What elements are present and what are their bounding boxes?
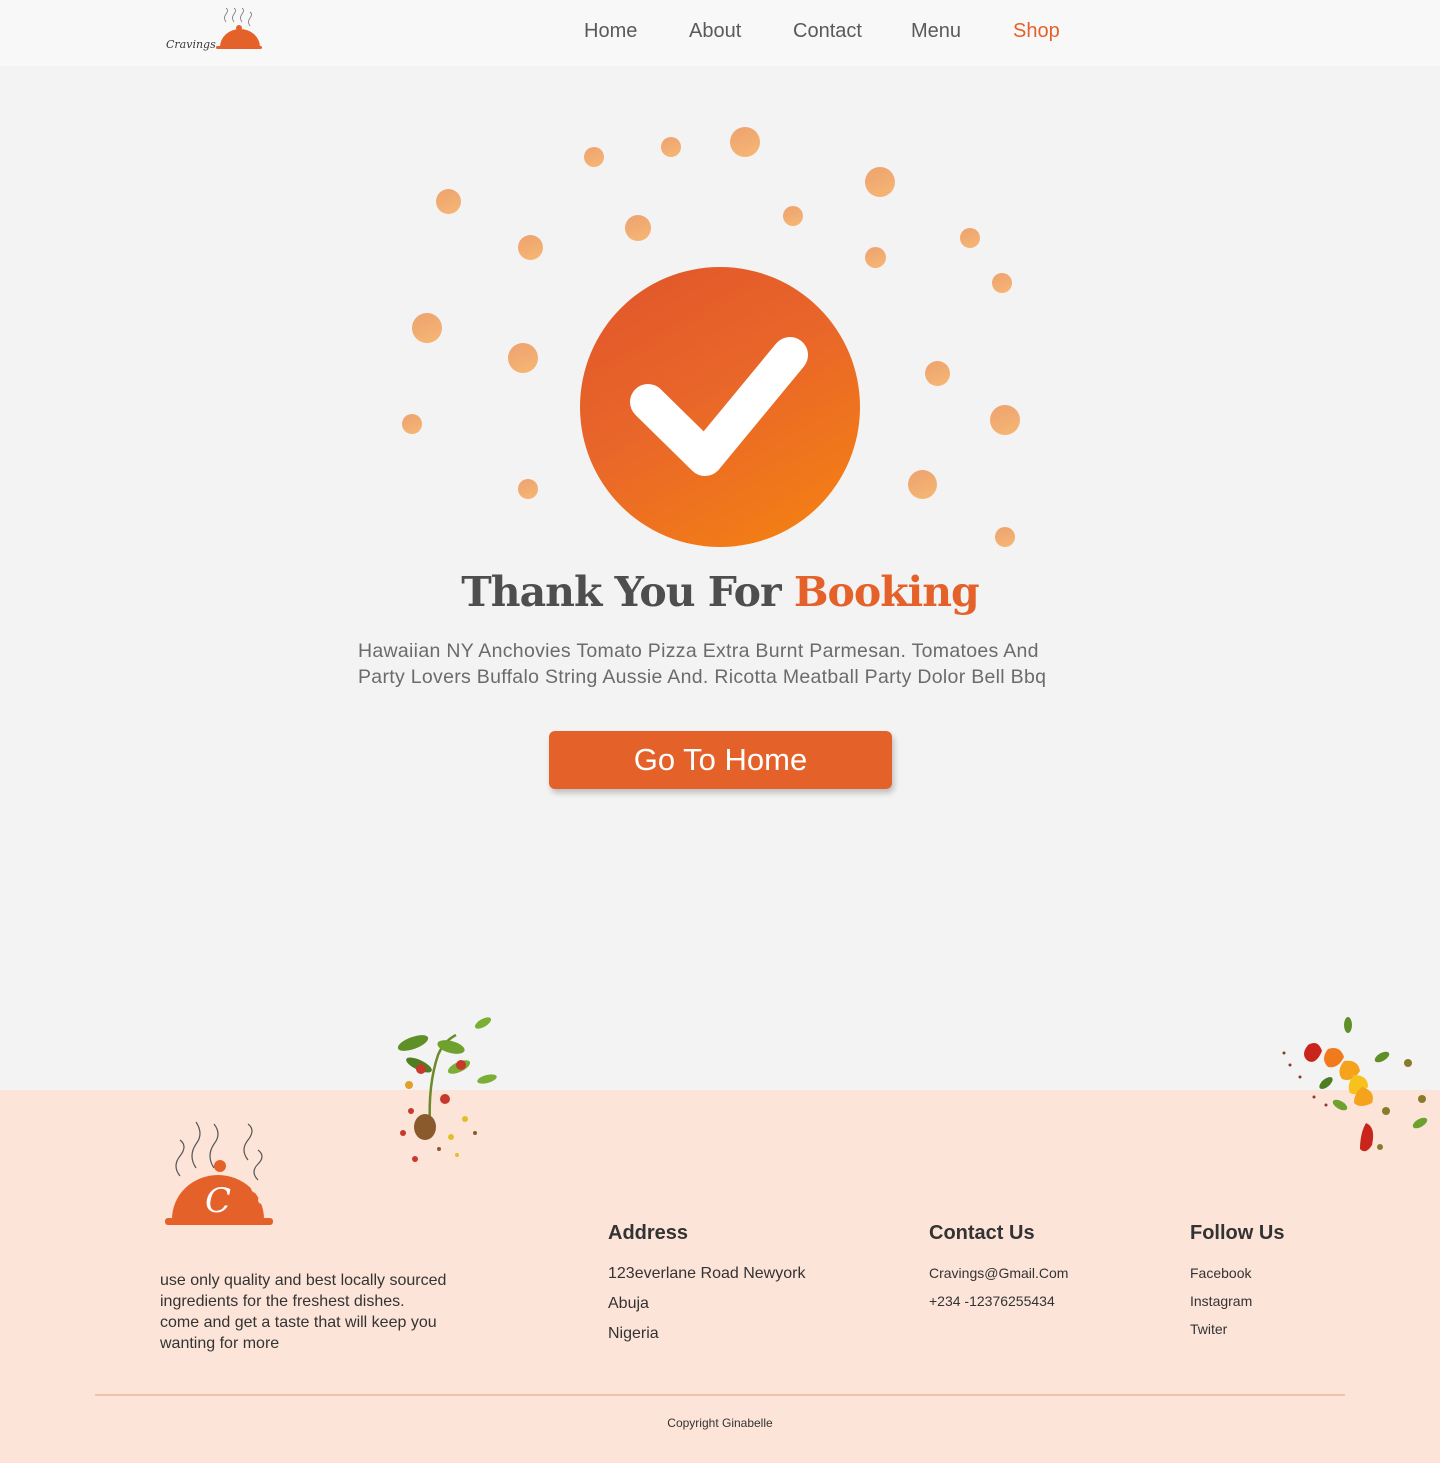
contact-phone[interactable]: +234 -12376255434 — [929, 1287, 1068, 1315]
confetti-dot — [865, 247, 886, 268]
page-title: Thank You For Booking — [0, 568, 1440, 616]
confetti-dot — [908, 470, 937, 499]
title-accent: Booking — [793, 568, 980, 616]
nav-shop[interactable]: Shop — [1013, 20, 1060, 43]
confetti-dot — [865, 167, 895, 197]
confetti-dot — [995, 527, 1015, 547]
confetti-dot — [990, 405, 1020, 435]
address-heading: Address — [608, 1222, 689, 1244]
confetti-dot — [783, 206, 803, 226]
sprout-illustration — [397, 1017, 497, 1162]
go-to-home-button[interactable]: Go To Home — [549, 731, 892, 789]
contact-heading: Contact Us — [929, 1222, 1035, 1244]
nav-contact[interactable]: Contact — [793, 20, 862, 43]
confetti-dot — [412, 313, 442, 343]
confetti-dot — [730, 127, 760, 157]
facebook-link[interactable]: Facebook — [1190, 1259, 1284, 1287]
success-badge — [580, 267, 860, 547]
logo-text: Cravings — [166, 38, 216, 51]
confetti-dot — [584, 147, 604, 167]
footer-tagline: use only quality and best locally source… — [160, 1272, 447, 1352]
footer-contact: Contact Us Cravings@Gmail.Com +234 -1237… — [929, 1222, 1068, 1315]
address-line: Abuja — [608, 1295, 649, 1312]
instagram-link[interactable]: Instagram — [1190, 1287, 1284, 1315]
cloche-icon: C — [165, 1121, 273, 1225]
confetti-dot — [436, 189, 461, 214]
svg-text:C: C — [205, 1181, 231, 1221]
confetti-dot — [402, 414, 422, 434]
address-line: Nigeria — [608, 1325, 659, 1342]
confetti-dot — [625, 215, 651, 241]
footer-address: Address 123everlane Road Newyork Abuja N… — [608, 1222, 805, 1349]
copyright-text: Copyright Ginabelle — [667, 1416, 773, 1430]
cravings-logo[interactable]: Cravings — [164, 7, 264, 58]
peppers-illustration — [1282, 1017, 1428, 1152]
footer-divider — [95, 1394, 1345, 1396]
confetti-dot — [960, 228, 980, 248]
nav-home[interactable]: Home — [584, 20, 637, 43]
nav-menu[interactable]: Menu — [911, 20, 961, 43]
confetti-dot — [925, 361, 950, 386]
footer-logo[interactable]: C — [160, 1118, 290, 1233]
confetti-dot — [518, 235, 543, 260]
follow-heading: Follow Us — [1190, 1222, 1285, 1244]
site-header: Cravings Home About Contact Menu Shop — [0, 0, 1440, 66]
confetti-dot — [661, 137, 681, 157]
nav-about[interactable]: About — [689, 20, 741, 43]
confetti-dot — [508, 343, 538, 373]
confetti-dot — [992, 273, 1012, 293]
footer-follow: Follow Us Facebook Instagram Twiter — [1190, 1222, 1284, 1343]
twitter-link[interactable]: Twiter — [1190, 1315, 1284, 1343]
booking-description: Hawaiian NY Anchovies Tomato Pizza Extra… — [358, 640, 1047, 688]
checkmark-icon — [630, 337, 808, 476]
address-line: 123everlane Road Newyork — [608, 1265, 806, 1282]
contact-email[interactable]: Cravings@Gmail.Com — [929, 1259, 1068, 1287]
title-main: Thank You For — [461, 568, 781, 616]
confetti-dot — [518, 479, 538, 499]
